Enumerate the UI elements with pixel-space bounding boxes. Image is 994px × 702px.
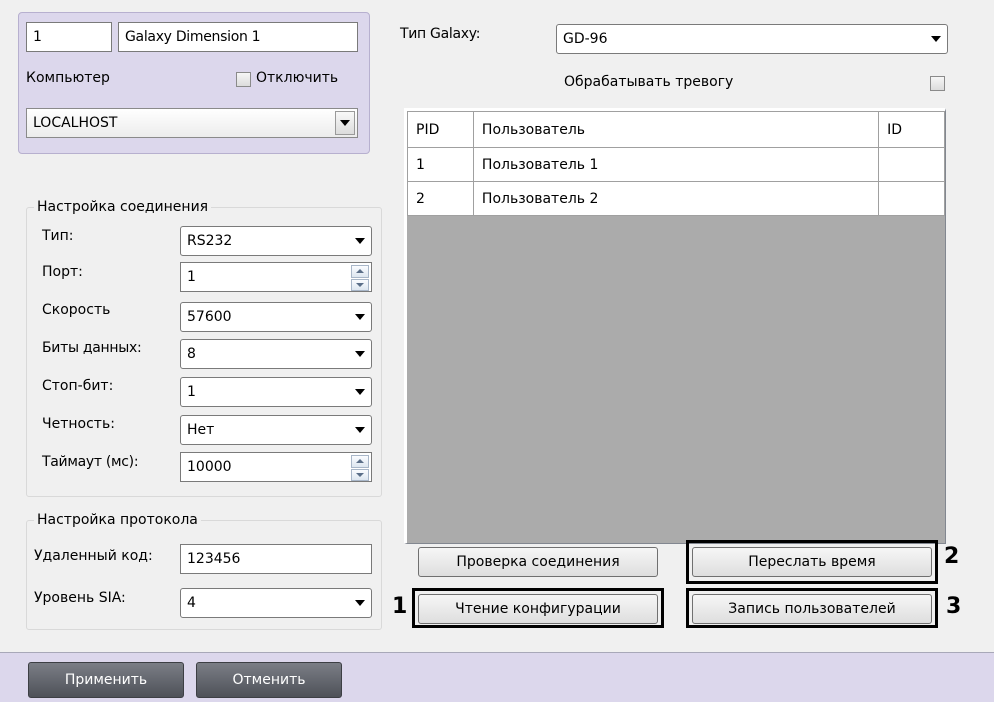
spin-up-icon[interactable] <box>351 265 369 278</box>
sia-level-label: Уровень SIA: <box>34 590 126 606</box>
cell-pid[interactable]: 1 <box>407 147 474 182</box>
process-alarm-label: Обрабатывать тревогу <box>564 74 734 90</box>
chevron-down-icon[interactable] <box>349 227 371 255</box>
type-label: Тип: <box>42 228 74 244</box>
port-spinner[interactable] <box>351 265 369 291</box>
stopbit-value: 1 <box>187 384 196 400</box>
port-value: 1 <box>187 269 196 285</box>
table-row[interactable]: 2 Пользователь 2 <box>407 181 945 216</box>
timeout-input[interactable]: 10000 <box>180 452 372 482</box>
chevron-down-icon[interactable] <box>349 378 371 406</box>
check-connection-button[interactable]: Проверка соединения <box>418 547 658 577</box>
remote-code-label: Удаленный код: <box>34 548 153 564</box>
protocol-settings-legend: Настройка протокола <box>34 512 201 528</box>
cell-user[interactable]: Пользователь 2 <box>472 181 880 216</box>
callout-frame-send-time <box>686 540 938 584</box>
connection-settings-legend: Настройка соединения <box>34 199 212 215</box>
stopbit-label: Стоп-бит: <box>42 378 114 394</box>
computer-value: LOCALHOST <box>33 115 118 131</box>
cell-user[interactable]: Пользователь 1 <box>472 147 880 182</box>
apply-button[interactable]: Применить <box>28 662 184 698</box>
cancel-button[interactable]: Отменить <box>196 662 342 698</box>
databits-select[interactable]: 8 <box>180 339 372 369</box>
sia-level-value: 4 <box>187 595 196 611</box>
chevron-down-icon[interactable] <box>335 111 355 135</box>
remote-code-input[interactable]: 123456 <box>180 544 372 574</box>
cell-pid[interactable]: 2 <box>407 181 474 216</box>
callout-frame-write-users <box>686 588 938 628</box>
connection-type-value: RS232 <box>187 233 233 249</box>
spin-up-icon[interactable] <box>351 455 369 468</box>
timeout-value: 10000 <box>187 459 232 475</box>
chevron-down-icon[interactable] <box>349 416 371 444</box>
parity-select[interactable]: Нет <box>180 415 372 445</box>
databits-value: 8 <box>187 346 196 362</box>
users-table-container: PID Пользователь ID 1 Пользователь 1 2 П… <box>404 108 946 544</box>
chevron-down-icon[interactable] <box>349 303 371 331</box>
callout-frame-read-config <box>412 588 664 628</box>
parity-label: Четность: <box>42 416 115 432</box>
column-header-id[interactable]: ID <box>878 111 945 148</box>
speed-select[interactable]: 57600 <box>180 302 372 332</box>
callout-number-3: 3 <box>946 594 962 619</box>
cell-id[interactable] <box>878 181 945 216</box>
speed-label: Скорость <box>42 302 111 318</box>
column-header-pid[interactable]: PID <box>407 111 474 148</box>
object-name-field[interactable]: Galaxy Dimension 1 <box>118 22 358 52</box>
timeout-label: Таймаут (мс): <box>42 454 139 470</box>
galaxy-type-label: Тип Galaxy: <box>400 26 481 42</box>
stopbit-select[interactable]: 1 <box>180 377 372 407</box>
galaxy-type-value: GD-96 <box>563 31 608 47</box>
galaxy-type-select[interactable]: GD-96 <box>556 24 948 54</box>
callout-number-1: 1 <box>392 594 408 619</box>
speed-value: 57600 <box>187 309 232 325</box>
chevron-down-icon[interactable] <box>925 25 947 53</box>
spin-down-icon[interactable] <box>351 278 369 291</box>
computer-select[interactable]: LOCALHOST <box>26 108 358 138</box>
table-row[interactable]: 1 Пользователь 1 <box>407 147 945 182</box>
spin-down-icon[interactable] <box>351 468 369 481</box>
chevron-down-icon[interactable] <box>349 589 371 617</box>
sia-level-select[interactable]: 4 <box>180 588 372 618</box>
callout-number-2: 2 <box>944 544 960 569</box>
users-table: PID Пользователь ID 1 Пользователь 1 2 П… <box>407 111 945 216</box>
disable-checkbox[interactable] <box>236 72 251 87</box>
disable-label: Отключить <box>256 70 339 86</box>
process-alarm-checkbox[interactable] <box>930 76 945 91</box>
port-input[interactable]: 1 <box>180 262 372 292</box>
port-label: Порт: <box>42 264 83 280</box>
connection-type-select[interactable]: RS232 <box>180 226 372 256</box>
parity-value: Нет <box>187 422 215 438</box>
computer-label: Компьютер <box>26 70 110 86</box>
databits-label: Биты данных: <box>42 340 142 356</box>
table-header-row: PID Пользователь ID <box>407 111 945 148</box>
chevron-down-icon[interactable] <box>349 340 371 368</box>
object-id-field[interactable]: 1 <box>26 22 112 52</box>
cell-id[interactable] <box>878 147 945 182</box>
timeout-spinner[interactable] <box>351 455 369 481</box>
column-header-user[interactable]: Пользователь <box>472 111 880 148</box>
